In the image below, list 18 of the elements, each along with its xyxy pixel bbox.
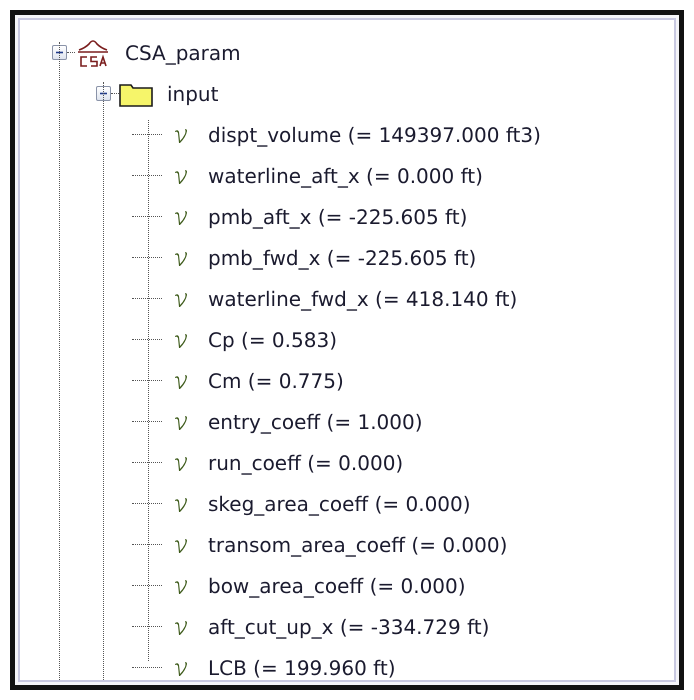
tree-item[interactable]: run_coeff (= 0.000)	[208, 452, 404, 472]
collapse-toggle[interactable]	[96, 86, 111, 101]
tree-item[interactable]: skeg_area_coeff (= 0.000)	[208, 494, 471, 514]
tree-item[interactable]: CSA_param	[125, 42, 241, 62]
tree-item[interactable]: waterline_fwd_x (= 418.140 ft)	[208, 288, 518, 308]
tree-item[interactable]: Cp (= 0.583)	[208, 330, 337, 350]
tree-item[interactable]: dispt_volume (= 149397.000 ft3)	[208, 124, 541, 144]
tree-item[interactable]: input	[167, 84, 218, 104]
tree-item[interactable]: LCB (= 199.960 ft)	[208, 658, 396, 678]
tree-item[interactable]: Cm (= 0.775)	[208, 370, 344, 390]
tree-item[interactable]: aft_cut_up_x (= -334.729 ft)	[208, 616, 490, 636]
tree-item[interactable]: waterline_aft_x (= 0.000 ft)	[208, 166, 483, 186]
tree-item[interactable]: pmb_fwd_x (= -225.605 ft)	[208, 248, 476, 268]
tree-item[interactable]: bow_area_coeff (= 0.000)	[208, 576, 466, 596]
tree-item[interactable]: transom_area_coeff (= 0.000)	[208, 534, 508, 554]
tree-item[interactable]: pmb_aft_x (= -225.605 ft)	[208, 206, 468, 226]
tree-item[interactable]: entry_coeff (= 1.000)	[208, 412, 423, 432]
collapse-toggle[interactable]	[52, 45, 67, 60]
